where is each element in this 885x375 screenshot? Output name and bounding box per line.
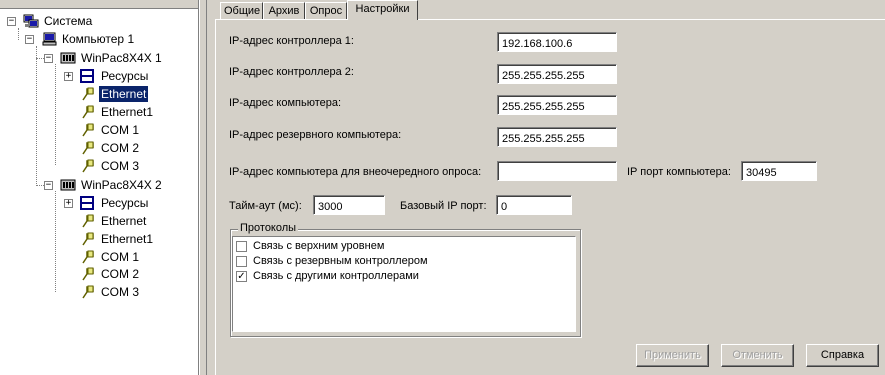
pc-ip-label: IP-адрес компьютера: bbox=[229, 97, 342, 109]
tree-label: COM 1 bbox=[101, 250, 140, 264]
computer-network-icon bbox=[23, 14, 39, 28]
tree-label: WinPac8X4X 1 bbox=[81, 51, 162, 65]
tree-line bbox=[55, 191, 56, 292]
expand-icon[interactable]: + bbox=[64, 199, 73, 208]
channel-icon bbox=[82, 267, 94, 281]
cancel-button[interactable]: Отменить bbox=[721, 344, 794, 367]
ip1-label: IP-адрес контроллера 1: bbox=[229, 35, 354, 47]
checkbox-label: Связь с другими контроллерами bbox=[253, 270, 419, 282]
pc-port-field[interactable] bbox=[741, 161, 817, 181]
pc-ip-field[interactable] bbox=[497, 95, 617, 115]
splitter[interactable] bbox=[199, 0, 207, 375]
computer-icon bbox=[42, 32, 57, 46]
checkbox-box[interactable] bbox=[236, 241, 247, 252]
ip1-field[interactable] bbox=[497, 32, 617, 52]
channel-icon bbox=[82, 159, 94, 173]
channel-icon bbox=[82, 141, 94, 155]
tab-settings[interactable]: Настройки bbox=[347, 0, 418, 20]
expand-icon[interactable]: + bbox=[64, 72, 73, 81]
timeout-label: Тайм-аут (мс): bbox=[229, 200, 302, 212]
checkbox-label: Связь с верхним уровнем bbox=[253, 240, 385, 252]
extra-ip-field[interactable] bbox=[497, 161, 617, 181]
tree-panel[interactable]: − Система − Компьютер 1 − WinPac8X4X 1 +… bbox=[0, 0, 199, 375]
channel-icon bbox=[82, 123, 94, 137]
ip2-field[interactable] bbox=[497, 64, 617, 84]
tree-label: Система bbox=[44, 14, 93, 28]
checkbox-box[interactable] bbox=[236, 256, 247, 267]
tree-label: COM 3 bbox=[101, 159, 140, 173]
channel-icon bbox=[82, 232, 94, 246]
channel-icon bbox=[82, 250, 94, 264]
protocols-title: Протоколы bbox=[238, 222, 299, 234]
collapse-icon[interactable]: − bbox=[7, 17, 16, 26]
tree-label: Ethernet1 bbox=[101, 105, 154, 119]
ip2-label: IP-адрес контроллера 2: bbox=[229, 66, 354, 78]
tab-polling[interactable]: Опрос bbox=[305, 2, 347, 19]
collapse-icon[interactable]: − bbox=[25, 35, 34, 44]
tree-label: Ресурсы bbox=[101, 69, 149, 83]
tree-line bbox=[55, 64, 56, 165]
protocols-list: Связь с верхним уровнем Связь с резервны… bbox=[232, 236, 576, 332]
controller-icon bbox=[60, 179, 76, 191]
collapse-icon[interactable]: − bbox=[44, 181, 53, 190]
tree-line bbox=[18, 28, 19, 40]
controller-icon bbox=[60, 52, 76, 64]
tree-label: COM 1 bbox=[101, 123, 140, 137]
apply-button[interactable]: Применить bbox=[636, 344, 709, 367]
channel-icon bbox=[82, 285, 94, 299]
resources-icon bbox=[80, 69, 94, 83]
tab-general[interactable]: Общие bbox=[220, 2, 263, 19]
tree-label: WinPac8X4X 2 bbox=[81, 178, 162, 192]
base-port-field[interactable] bbox=[496, 195, 572, 215]
collapse-icon[interactable]: − bbox=[44, 54, 53, 63]
tree-label: Ресурсы bbox=[101, 196, 149, 210]
channel-icon bbox=[82, 87, 94, 101]
channel-icon bbox=[82, 214, 94, 228]
resources-icon bbox=[80, 196, 94, 210]
tree-label: Ethernet1 bbox=[101, 232, 154, 246]
help-button[interactable]: Справка bbox=[806, 344, 879, 367]
pc-port-label: IP порт компьютера: bbox=[627, 166, 731, 178]
base-port-label: Базовый IP порт: bbox=[400, 200, 487, 212]
tree-label: Компьютер 1 bbox=[62, 32, 135, 46]
tree-line bbox=[36, 46, 37, 186]
checkbox-label: Связь с резервным контроллером bbox=[253, 255, 428, 267]
backup-ip-field[interactable] bbox=[497, 127, 617, 147]
tree-label: COM 2 bbox=[101, 267, 140, 281]
timeout-field[interactable] bbox=[313, 195, 385, 215]
tree-label: Ethernet bbox=[101, 214, 147, 228]
backup-ip-label: IP-адрес резервного компьютера: bbox=[229, 129, 402, 141]
checkmark-icon[interactable]: ✓ bbox=[236, 271, 247, 282]
tree-label: COM 3 bbox=[101, 285, 140, 299]
channel-icon bbox=[82, 105, 94, 119]
tree-label: COM 2 bbox=[101, 141, 140, 155]
tree-header bbox=[0, 0, 198, 9]
extra-ip-label: IP-адрес компьютера для внеочередного оп… bbox=[229, 166, 482, 178]
tree-label-selected: Ethernet bbox=[97, 85, 150, 103]
tab-archive[interactable]: Архив bbox=[263, 2, 305, 19]
